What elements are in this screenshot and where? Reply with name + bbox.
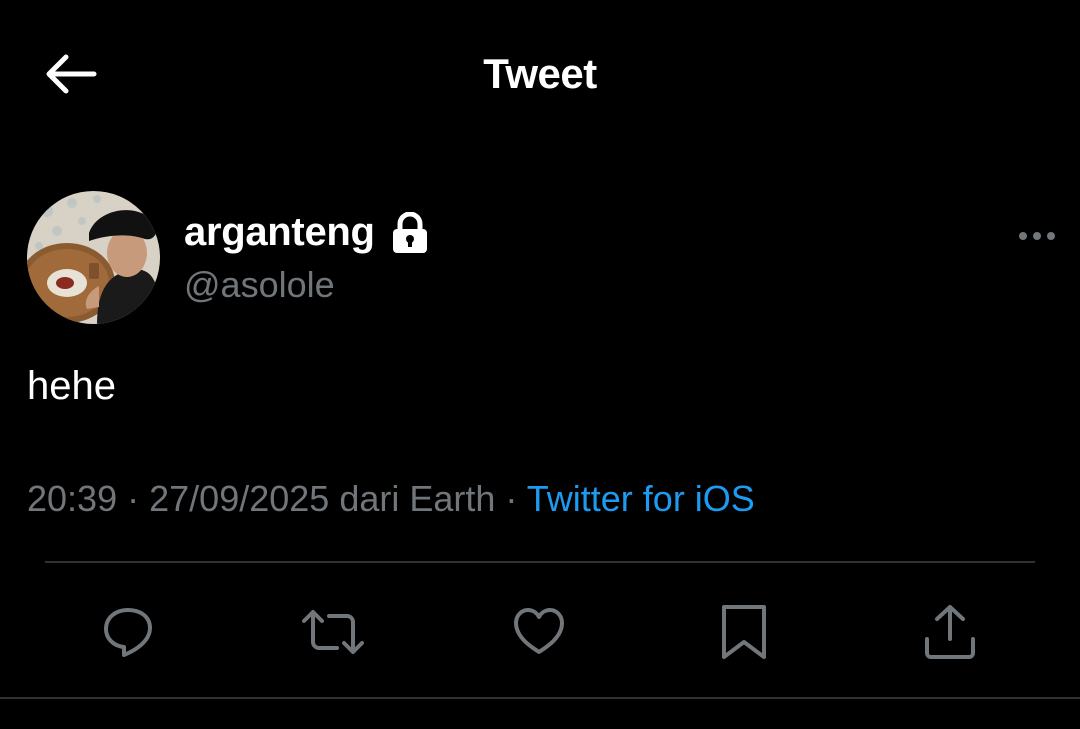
retweet-button[interactable] <box>301 600 365 664</box>
like-button[interactable] <box>507 600 571 664</box>
heart-icon <box>514 608 564 654</box>
retweet-icon <box>302 610 364 654</box>
more-options-button[interactable] <box>1014 220 1060 252</box>
meta-separator: · <box>505 478 518 519</box>
bookmark-button[interactable] <box>712 600 776 664</box>
tweet-source-link[interactable]: Twitter for iOS <box>527 478 755 519</box>
author-name-row[interactable]: arganteng <box>184 210 429 255</box>
reply-icon <box>104 608 152 657</box>
tweet-time: 20:39 <box>27 478 118 519</box>
reply-button[interactable] <box>96 600 160 664</box>
share-button[interactable] <box>918 600 982 664</box>
bookmark-icon <box>722 605 766 659</box>
tweet-location: dari Earth <box>339 478 496 519</box>
page-title: Tweet <box>483 50 597 97</box>
more-horizontal-icon <box>1019 232 1055 240</box>
avatar[interactable] <box>27 191 160 324</box>
meta-separator: · <box>127 478 140 519</box>
tweet-meta: 20:39 · 27/09/2025 dari Earth · Twitter … <box>27 478 755 520</box>
lock-icon <box>391 211 429 254</box>
tweet-date: 27/09/2025 <box>149 478 330 519</box>
tweet-text: hehe <box>27 364 116 408</box>
share-icon <box>925 605 975 659</box>
divider <box>45 561 1035 563</box>
author-handle[interactable]: @asolole <box>184 264 335 306</box>
action-bar <box>0 600 1080 664</box>
bottom-divider <box>0 697 1080 699</box>
display-name: arganteng <box>184 210 375 254</box>
